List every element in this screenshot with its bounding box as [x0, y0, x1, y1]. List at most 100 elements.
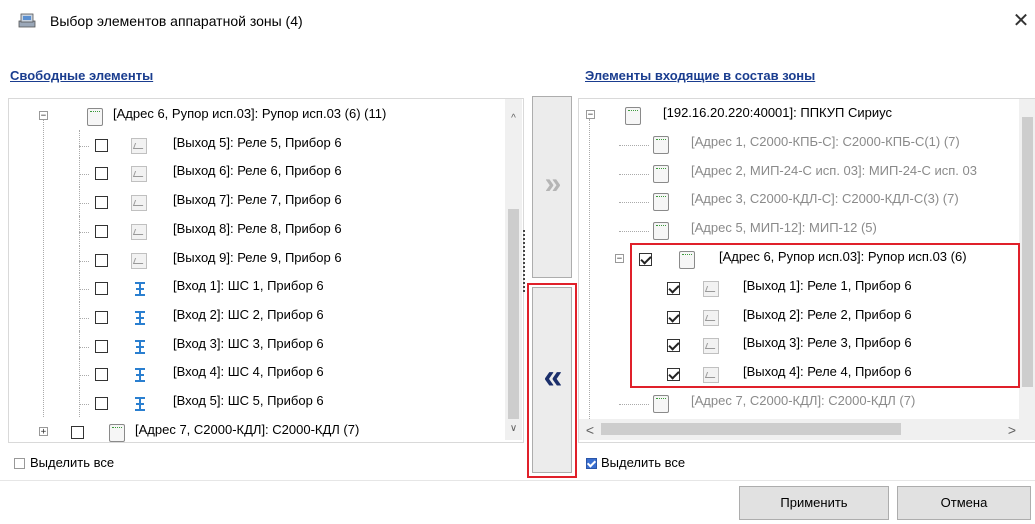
tree-item-label: [Адрес 1, С2000-КПБ-С]: С2000-КПБ-С(1) (…	[691, 133, 960, 149]
tree-item-checkbox[interactable]	[95, 397, 108, 410]
tree-expander-icon[interactable]: −	[615, 254, 624, 264]
splitter-handle[interactable]	[523, 230, 525, 292]
tree-guide-branch	[79, 174, 89, 176]
tree-guide-branch	[79, 231, 89, 233]
footer-divider	[0, 480, 1035, 481]
scroll-up-arrow-icon[interactable]: ^	[505, 113, 522, 124]
tree-guide-line	[79, 301, 80, 331]
tree-guide-line	[79, 158, 80, 188]
tree-guide-branch	[619, 144, 649, 146]
tree-expander-icon[interactable]: −	[39, 111, 48, 121]
tree-item-label: [Выход 7]: Реле 7, Прибор 6	[173, 192, 342, 208]
tree-item-checkbox[interactable]	[95, 224, 108, 238]
tree-item-checkbox[interactable]	[95, 253, 108, 267]
loop-input-icon	[133, 396, 147, 412]
free-elements-tree[interactable]: − [Адрес 6, Рупор исп.03]: Рупор исп.03 (…	[8, 98, 524, 443]
tree-guide-branch	[79, 145, 89, 147]
device-icon	[653, 222, 669, 241]
tree-item-checkbox[interactable]	[95, 310, 108, 324]
tree-item-label: [Выход 6]: Реле 6, Прибор 6	[173, 163, 342, 179]
close-icon[interactable]: ✕	[1010, 10, 1032, 32]
relay-icon	[131, 252, 147, 269]
loop-input-icon	[133, 367, 147, 383]
tree-expander-icon[interactable]: +	[39, 426, 48, 436]
tree-item-label: [Выход 5]: Реле 5, Прибор 6	[173, 134, 342, 150]
tree-item-label: [Адрес 3, С2000-КДЛ-С]: С2000-КДЛ-С(3) (…	[691, 191, 959, 207]
tree-item-checkbox[interactable]	[95, 167, 108, 181]
tree-expander-icon[interactable]: −	[586, 110, 595, 120]
scroll-down-arrow-icon[interactable]: ∨	[505, 423, 522, 434]
cancel-button[interactable]: Отмена	[897, 486, 1031, 520]
tree-guide-line	[79, 359, 80, 388]
loop-input-icon	[133, 281, 147, 297]
loop-input-icon	[133, 310, 147, 326]
device-icon	[653, 164, 669, 183]
tree-item-checkbox[interactable]	[95, 368, 108, 382]
relay-icon	[131, 195, 147, 212]
tree-item-label: [Вход 3]: ШС 3, Прибор 6	[173, 335, 324, 351]
title-bar: Выбор элементов аппаратной зоны (4) ✕	[0, 0, 1035, 42]
relay-icon	[131, 166, 147, 183]
tree-item-label: [Адрес 6, Рупор исп.03]: Рупор исп.03 (6…	[113, 106, 387, 121]
tree-item-checkbox[interactable]	[95, 138, 108, 152]
right-select-all-label: Выделить все	[601, 455, 686, 470]
tree-item-checkbox[interactable]	[95, 282, 108, 296]
tree-guide-branch	[79, 404, 89, 405]
right-select-all-checkbox[interactable]	[586, 458, 597, 469]
tree-guide-branch	[619, 202, 649, 204]
tree-item-checkbox[interactable]	[95, 196, 108, 210]
highlight-selected-group	[630, 243, 1020, 388]
device-icon	[653, 135, 669, 154]
left-select-all-label: Выделить все	[30, 455, 115, 470]
tree-item-label: [Вход 5]: ШС 5, Прибор 6	[173, 393, 324, 408]
tree-item-label: [Адрес 7, С2000-КДЛ]: С2000-КДЛ (7)	[135, 421, 360, 437]
device-icon	[653, 193, 669, 212]
tree-guide-branch	[79, 203, 89, 205]
tree-item-checkbox[interactable]	[95, 339, 108, 353]
scrollbar-thumb[interactable]	[1022, 117, 1033, 387]
add-arrows-icon: »	[544, 167, 562, 200]
tree-guide-line	[589, 119, 590, 419]
scrollbar-thumb[interactable]	[508, 209, 519, 419]
tree-item-label: [Адрес 2, МИП-24-С исп. 03]: МИП-24-С ис…	[691, 162, 977, 178]
left-panel-header: Свободные элементы	[10, 68, 154, 83]
window-title: Выбор элементов аппаратной зоны (4)	[50, 13, 303, 29]
tree-item-label: [Адрес 5, МИП-12]: МИП-12 (5)	[691, 220, 877, 236]
tree-guide-branch	[79, 289, 89, 291]
highlight-remove-button	[527, 283, 577, 478]
tree-item-label: [Вход 1]: ШС 1, Прибор 6	[173, 278, 324, 294]
tree-guide-line	[79, 388, 80, 417]
add-to-zone-button[interactable]: »	[532, 96, 572, 278]
scroll-left-arrow-icon[interactable]: <	[583, 422, 597, 438]
tree-guide-branch	[79, 375, 89, 377]
tree-item-checkbox[interactable]	[71, 425, 84, 439]
tree-item-label: [Выход 9]: Реле 9, Прибор 6	[173, 249, 342, 265]
tree-guide-line	[79, 330, 80, 360]
tree-guide-branch	[79, 260, 89, 262]
tree-item-label: [Вход 4]: ШС 4, Прибор 6	[173, 364, 324, 380]
tree-guide-branch	[619, 231, 649, 233]
device-icon	[109, 423, 125, 442]
right-panel-header: Элементы входящие в состав зоны	[585, 68, 816, 83]
scrollbar-thumb[interactable]	[601, 423, 901, 435]
tree-guide-line	[79, 187, 80, 216]
tree-guide-line	[79, 129, 80, 159]
tree-guide-branch	[619, 404, 649, 405]
tree-guide-line	[79, 244, 80, 274]
tree-guide-branch	[619, 173, 649, 175]
loop-input-icon	[133, 339, 147, 355]
device-icon	[625, 107, 641, 125]
tree-item-label: [Вход 2]: ШС 2, Прибор 6	[173, 306, 324, 322]
tree-guide-branch	[79, 346, 89, 348]
tree-item-label: [Выход 8]: Реле 8, Прибор 6	[173, 220, 342, 236]
left-select-all-checkbox[interactable]	[14, 458, 25, 469]
relay-icon	[131, 223, 147, 240]
scroll-right-arrow-icon[interactable]: >	[1005, 422, 1019, 438]
tree-guide-line	[79, 215, 80, 245]
apply-button[interactable]: Применить	[739, 486, 889, 520]
tree-item-label: [Адрес 7, С2000-КДЛ]: С2000-КДЛ (7)	[691, 393, 916, 408]
relay-icon	[131, 137, 147, 154]
device-icon	[87, 108, 103, 126]
tree-guide-line	[79, 273, 80, 302]
tree-guide-branch	[79, 317, 89, 319]
